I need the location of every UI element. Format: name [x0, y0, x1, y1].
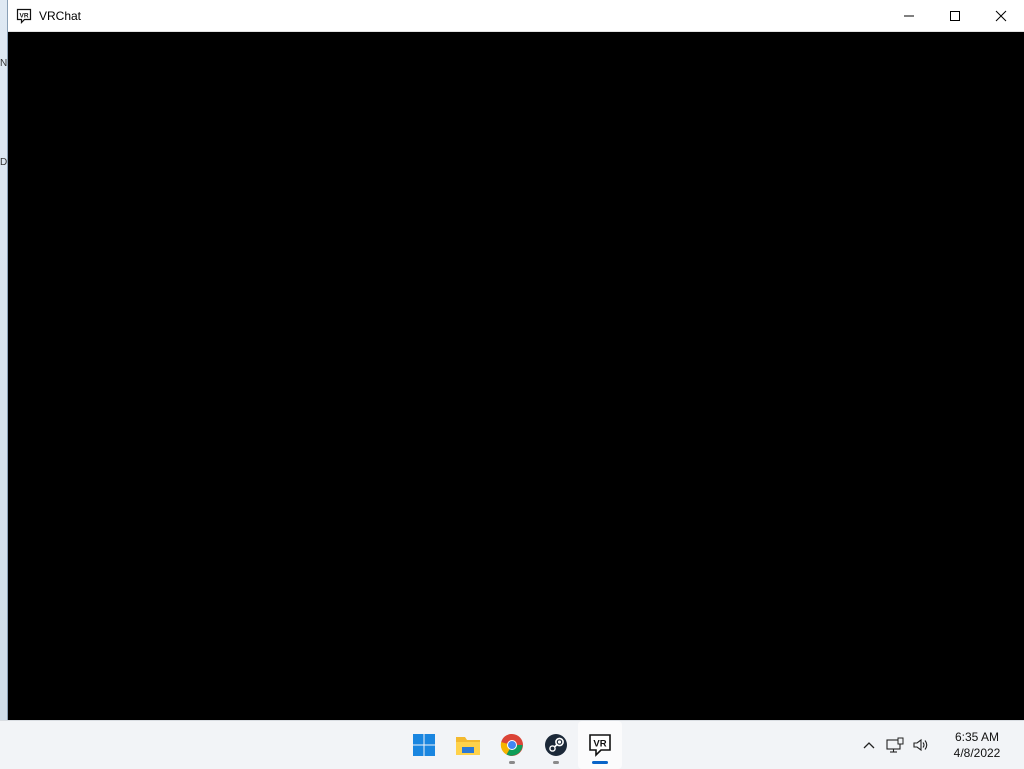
chrome-icon [500, 733, 523, 756]
running-indicator [553, 761, 559, 764]
steam-button[interactable] [534, 721, 578, 769]
minimize-button[interactable] [886, 0, 932, 31]
vrchat-window: VR VRChat [8, 0, 1024, 720]
close-button[interactable] [978, 0, 1024, 31]
taskbar-apps: VR [402, 721, 622, 769]
window-controls [886, 0, 1024, 31]
active-indicator [592, 761, 608, 764]
taskbar: VR 6:35 AM 4/8/2022 [0, 720, 1024, 769]
close-icon [995, 10, 1007, 21]
desktop-edge-glyph: D [0, 157, 8, 168]
desktop-edge-glyph: N [0, 58, 8, 69]
show-hidden-icons-button[interactable] [856, 721, 882, 769]
network-button[interactable] [882, 721, 908, 769]
window-title: VRChat [39, 8, 82, 23]
volume-button[interactable] [908, 721, 934, 769]
clock-date: 4/8/2022 [953, 746, 1001, 760]
system-tray: 6:35 AM 4/8/2022 [856, 721, 1024, 769]
steam-icon [545, 734, 567, 756]
running-indicator [509, 761, 515, 764]
chevron-up-icon [863, 742, 875, 749]
title-bar[interactable]: VR VRChat [8, 0, 1024, 32]
chrome-button[interactable] [490, 721, 534, 769]
vrchat-icon: VR [589, 734, 611, 757]
clock-time: 6:35 AM [954, 730, 1000, 744]
game-viewport[interactable] [8, 32, 1024, 720]
start-button[interactable] [402, 721, 446, 769]
network-icon [886, 737, 904, 753]
maximize-button[interactable] [932, 0, 978, 31]
svg-text:VR: VR [19, 12, 28, 19]
volume-icon [913, 738, 928, 752]
clock[interactable]: 6:35 AM 4/8/2022 [938, 721, 1016, 769]
windows-start-icon [413, 734, 435, 756]
vrchat-button[interactable]: VR [578, 721, 622, 769]
folder-icon [456, 737, 480, 755]
maximize-icon [950, 10, 960, 21]
file-explorer-button[interactable] [446, 721, 490, 769]
vrchat-icon: VR [16, 8, 32, 24]
svg-text:VR: VR [593, 739, 606, 750]
minimize-icon [904, 15, 914, 16]
